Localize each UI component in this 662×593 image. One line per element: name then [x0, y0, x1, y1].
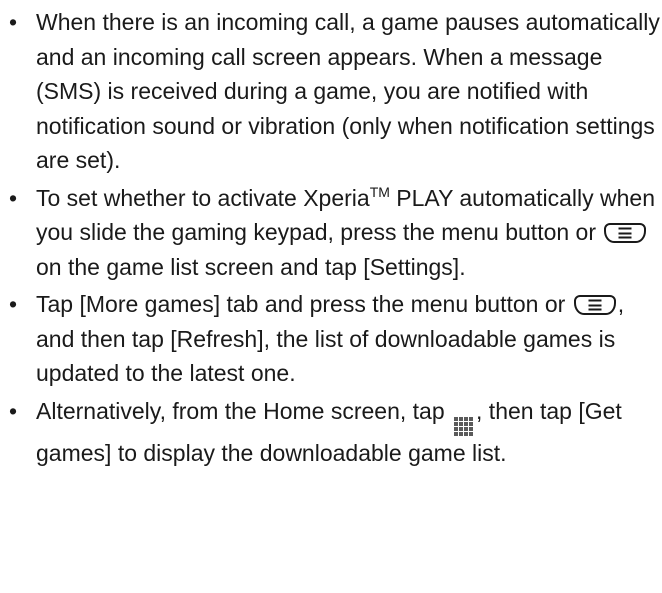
- notes-bullet-list: • When there is an incoming call, a game…: [8, 5, 662, 473]
- apps-grid-icon: [454, 416, 474, 436]
- bullet-text-part: on the game list screen and tap [Setting…: [36, 253, 466, 280]
- bullet-dot: •: [8, 397, 18, 424]
- bullet-dot: •: [8, 9, 18, 35]
- bullet-item-refresh-games: • Tap [More games] tab and press the men…: [8, 287, 662, 391]
- bullet-dot: •: [8, 184, 18, 211]
- menu-key-icon: [604, 223, 647, 243]
- bullet-text-part: Tap [More games] tab and press the menu …: [36, 291, 572, 317]
- bullet-text: When there is an incoming call, a game p…: [36, 9, 660, 173]
- bullet-dot: •: [8, 291, 18, 317]
- bullet-item-xperia-play-setting: • To set whether to activate XperiaTM PL…: [8, 181, 662, 285]
- bullet-text-part: To set whether to activate Xperia: [36, 184, 370, 211]
- bullet-item-incoming-call: • When there is an incoming call, a game…: [8, 5, 662, 178]
- manual-page: • When there is an incoming call, a game…: [0, 0, 662, 593]
- trademark-superscript: TM: [369, 183, 390, 200]
- menu-key-icon: [573, 295, 616, 315]
- bullet-text-part: Alternatively, from the Home screen, tap: [36, 397, 452, 424]
- bullet-item-get-games: • Alternatively, from the Home screen, t…: [8, 394, 662, 471]
